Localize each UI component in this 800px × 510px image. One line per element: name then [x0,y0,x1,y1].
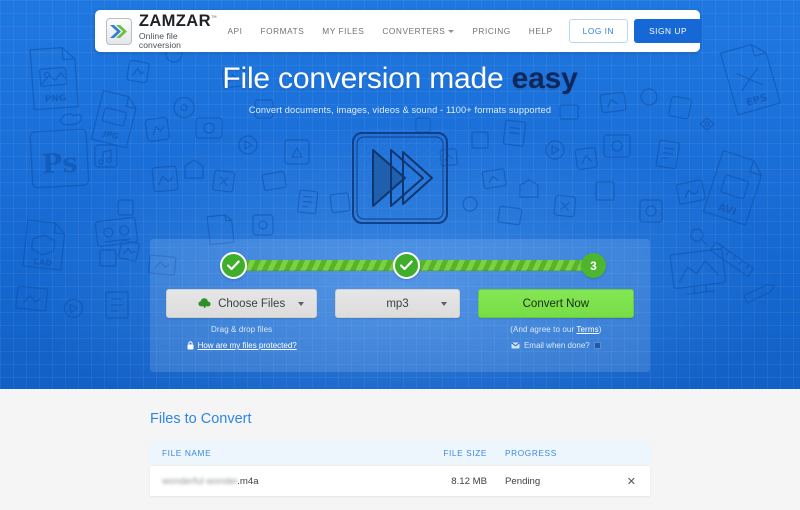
file-name-redacted: wonderful wonder [162,475,238,487]
step-2-complete[interactable] [392,252,420,279]
lock-icon [187,341,194,350]
cloud-upload-svg [198,297,211,308]
format-column: mp3 [335,289,460,318]
files-protected-row: How are my files protected? [166,341,317,350]
files-table: FILE NAME FILE SIZE PROGRESS wonderful w… [150,441,650,496]
check-icon [227,260,240,271]
terms-prefix: (And agree to our [510,325,577,334]
nav-item-pricing[interactable]: PRICING [463,26,519,36]
email-when-done-label: Email when done? [523,341,590,350]
nav-label: FORMATS [260,26,305,36]
table-header-row: FILE NAME FILE SIZE PROGRESS [150,441,650,465]
terms-suffix: ) [598,325,602,334]
fast-forward-play-sketch-icon [347,128,453,235]
column-header-progress: PROGRESS [505,448,557,458]
nav-item-formats[interactable]: FORMATS [252,26,314,36]
terms-line: (And agree to our Terms) [478,325,634,334]
logo-name-text: ZAMZAR [138,11,211,30]
files-to-convert-section: Files to Convert FILE NAME FILE SIZE PRO… [0,389,800,510]
hero-copy: File conversion made easy Convert docume… [0,62,800,115]
nav-label: CONVERTERS [382,26,446,36]
logo-trademark: ™ [210,15,218,22]
chevron-down-icon [298,302,305,306]
column-header-file-name: FILE NAME [162,448,212,458]
main-navigation: API FORMATS MY FILES CONVERTERS PRICING … [218,19,703,43]
email-when-done-row: Email when done? [478,341,634,350]
nav-label: API [227,26,243,36]
zamzar-logo[interactable]: ZAMZAR™ Online file conversion [106,13,218,49]
cell-actions: ✕ [597,475,650,488]
email-when-done-checkbox[interactable] [593,342,601,349]
choose-files-button[interactable]: Choose Files [166,289,318,318]
nav-item-my-files[interactable]: MY FILES [313,26,373,36]
files-title-plain: Files to [150,411,201,427]
convert-now-button[interactable]: Convert Now [477,289,634,318]
cell-file-name: wonderful wonder.m4a [150,476,425,487]
widget-controls: Choose Files Drag & drop files How are m… [150,289,650,350]
choose-files-column: Choose Files Drag & drop files How are m… [166,289,318,350]
logo-wordmark: ZAMZAR™ [139,13,217,30]
zamzar-page: PNG JPG Ps CAD EPS AVI ZAMZAR™ Online fi… [0,0,800,510]
signup-button[interactable]: SIGN UP [634,19,703,43]
format-select[interactable]: mp3 [335,289,460,318]
nav-label: MY FILES [322,26,365,36]
format-value: mp3 [386,297,409,310]
step-3-current[interactable]: 3 [581,253,606,278]
files-protected-link[interactable]: How are my files protected? [198,341,297,350]
cell-progress: Pending [505,475,541,487]
site-header: ZAMZAR™ Online file conversion API FORMA… [95,10,703,52]
file-name-extension: .m4a [237,475,259,487]
step-progress-indicator: 3 [220,239,606,289]
nav-item-api[interactable]: API [218,26,251,36]
step-number: 3 [590,258,597,273]
hero-title-plain: File conversion made [222,62,512,95]
drag-drop-hint: Drag & drop files [211,325,273,334]
files-title-accent: Convert [200,411,252,427]
page-title: File conversion made easy [0,62,800,96]
double-chevron-svg [110,24,128,38]
close-icon[interactable]: ✕ [627,476,636,488]
conversion-widget: 3 Choose Files Drag & drop files How are… [150,239,650,372]
hero-title-accent: easy [511,62,578,95]
chevron-down-icon [440,302,447,306]
step-1-complete[interactable] [220,252,247,279]
choose-files-label: Choose Files [218,297,286,310]
table-row: wonderful wonder.m4a 8.12 MB Pending ✕ [150,465,650,496]
cell-file-size: 8.12 MB [451,475,487,487]
nav-item-converters[interactable]: CONVERTERS [373,26,463,36]
logo-tagline: Online file conversion [138,30,182,50]
hero-subtitle: Convert documents, images, videos & soun… [248,105,552,115]
check-icon [399,260,413,271]
convert-column: Convert Now (And agree to our Terms) Ema… [477,289,634,350]
terms-link[interactable]: Terms [576,325,598,334]
files-section-title: Files to Convert [150,411,252,427]
hero-section: PNG JPG Ps CAD EPS AVI ZAMZAR™ Online fi… [0,0,800,389]
center-art-svg [352,132,448,224]
double-chevron-icon [106,17,132,45]
nav-label: PRICING [472,26,511,36]
chevron-down-icon [448,30,455,33]
nav-label: HELP [528,26,553,36]
cloud-upload-icon [198,297,212,311]
nav-item-help[interactable]: HELP [520,26,562,36]
envelope-icon [511,342,520,349]
login-button[interactable]: LOG IN [568,19,629,43]
column-header-file-size: FILE SIZE [443,448,487,458]
